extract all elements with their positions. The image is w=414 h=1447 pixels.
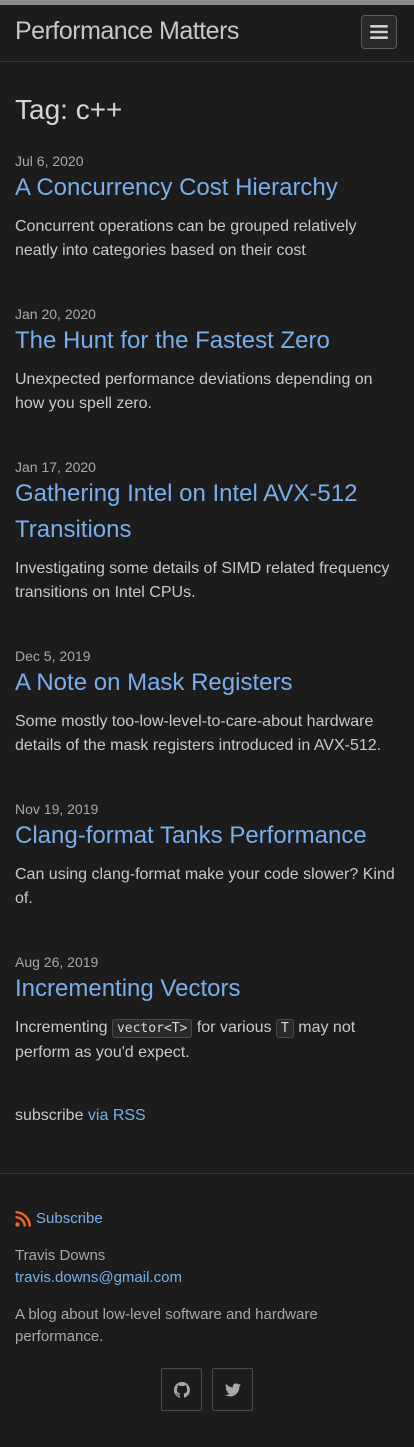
post-item: Dec 5, 2019 A Note on Mask Registers Som…	[15, 648, 399, 758]
post-item: Jul 6, 2020 A Concurrency Cost Hierarchy…	[15, 153, 399, 263]
github-icon	[173, 1381, 190, 1398]
post-date: Aug 26, 2019	[15, 954, 99, 970]
post-item: Aug 26, 2019 Incrementing Vectors Increm…	[15, 954, 399, 1065]
site-header: Performance Matters	[0, 5, 414, 62]
post-date: Jan 17, 2020	[15, 459, 96, 475]
footer-subscribe-link[interactable]: Subscribe	[15, 1210, 103, 1227]
post-excerpt: Some mostly too-low-level-to-care-about …	[15, 713, 382, 754]
post-excerpt: Can using clang-format make your code sl…	[15, 866, 395, 907]
author-name: Travis Downs	[15, 1247, 106, 1264]
post-excerpt: Incrementing vector<T> for various T may…	[15, 1016, 399, 1065]
post-excerpt: Investigating some details of SIMD relat…	[15, 560, 390, 601]
hamburger-icon	[370, 25, 388, 39]
post-date: Nov 19, 2019	[15, 801, 99, 817]
post-date: Jan 20, 2020	[15, 306, 96, 322]
site-description: A blog about low-level software and hard…	[15, 1306, 318, 1345]
twitter-button[interactable]	[212, 1368, 253, 1411]
post-item: Jan 20, 2020 The Hunt for the Fastest Ze…	[15, 306, 399, 416]
post-item: Jan 17, 2020 Gathering Intel on Intel AV…	[15, 459, 399, 605]
post-title-link[interactable]: A Note on Mask Registers	[15, 665, 399, 701]
author-email-link[interactable]: travis.downs@gmail.com	[15, 1269, 182, 1286]
site-footer: Subscribe Travis Downs travis.downs@gmai…	[0, 1173, 414, 1447]
post-title-link[interactable]: Gathering Intel on Intel AVX-512 Transit…	[15, 476, 399, 548]
twitter-icon	[224, 1382, 241, 1396]
excerpt-text: Incrementing	[15, 1019, 112, 1036]
post-title-link[interactable]: A Concurrency Cost Hierarchy	[15, 170, 399, 206]
menu-toggle-button[interactable]	[361, 15, 397, 49]
post-title-link[interactable]: The Hunt for the Fastest Zero	[15, 323, 399, 359]
rss-prefix: subscribe	[15, 1107, 88, 1124]
post-date: Dec 5, 2019	[15, 648, 91, 664]
excerpt-text: for various	[192, 1019, 276, 1036]
inline-code: T	[275, 1019, 294, 1038]
github-button[interactable]	[161, 1368, 202, 1411]
post-date: Jul 6, 2020	[15, 153, 84, 169]
inline-code: vector<T>	[111, 1019, 193, 1038]
rss-subscribe-line: subscribe via RSS	[15, 1106, 146, 1126]
post-title-link[interactable]: Incrementing Vectors	[15, 971, 399, 1007]
site-title-link[interactable]: Performance Matters	[15, 17, 239, 46]
page-heading: Tag: c++	[15, 94, 123, 125]
footer-subscribe-label: Subscribe	[36, 1210, 103, 1227]
post-title-link[interactable]: Clang-format Tanks Performance	[15, 818, 399, 854]
post-excerpt: Unexpected performance deviations depend…	[15, 371, 373, 412]
post-item: Nov 19, 2019 Clang-format Tanks Performa…	[15, 801, 399, 911]
rss-icon	[15, 1210, 31, 1227]
post-excerpt: Concurrent operations can be grouped rel…	[15, 218, 357, 259]
rss-link[interactable]: via RSS	[88, 1107, 146, 1124]
